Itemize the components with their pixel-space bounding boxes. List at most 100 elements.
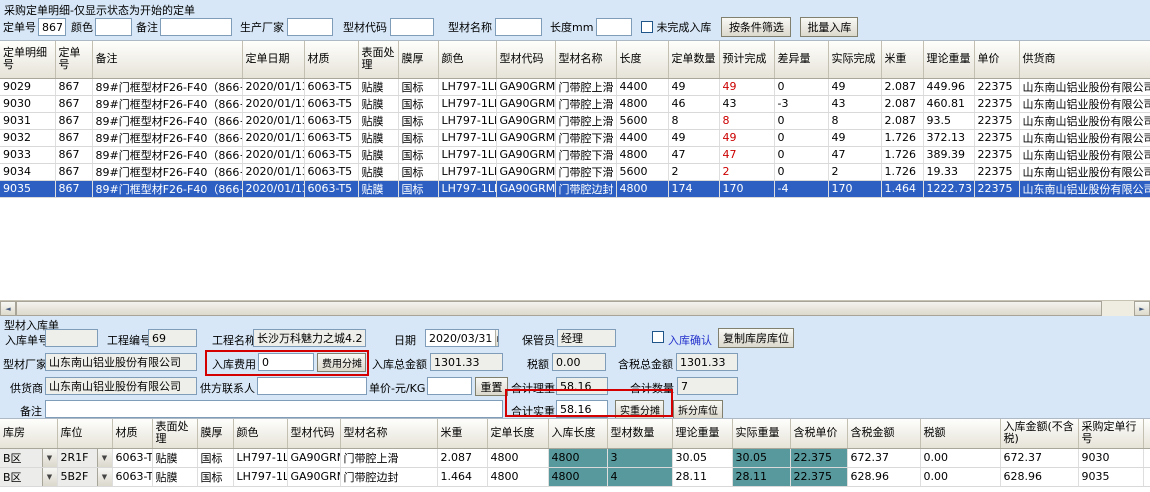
cell[interactable]: 49 [668,78,719,95]
inbound-confirm-checkbox[interactable] [652,331,664,343]
cell[interactable]: 门带腔下滑 [555,129,616,146]
column-header[interactable]: 理论重量 [923,41,974,78]
column-header[interactable]: 颜色 [233,419,287,448]
cell[interactable]: LH797-1LL0 [438,78,496,95]
cell[interactable]: 门带腔上滑 [340,448,437,467]
inbound-total-field[interactable] [430,353,503,371]
cell[interactable]: 628.96 [847,467,920,486]
cell[interactable]: 1.464 [437,467,487,486]
cell[interactable]: 4800 [616,146,668,163]
cell[interactable]: 49 [828,78,881,95]
column-header[interactable]: 库位 [57,419,112,448]
column-header[interactable]: 采购定单行号 [1078,419,1143,448]
cell[interactable]: 867 [55,112,92,129]
cell[interactable]: 国标 [398,129,438,146]
table-row[interactable]: B区▼2R1F▼6063-T5贴膜国标LH797-1LL0GA90GRM03门带… [0,448,1150,467]
cell[interactable]: LH797-1LL0 [438,146,496,163]
cell[interactable]: 贴膜 [152,448,197,467]
cell[interactable]: -4 [774,180,828,197]
horizontal-scrollbar[interactable]: ◄ ► [0,300,1150,316]
cell[interactable]: 山东南山铝业股份有限公司 [1019,95,1150,112]
cell[interactable]: 2020/01/13 [242,180,304,197]
cell[interactable]: 22375 [974,112,1019,129]
cell[interactable]: 山东南山铝业股份有限公司 [1019,163,1150,180]
column-header[interactable]: 库房 [0,419,57,448]
column-header[interactable]: 备注 [92,41,242,78]
cell[interactable]: 2R1F▼ [57,448,112,467]
cell[interactable]: 8 [719,112,774,129]
cell[interactable]: 山东南山铝业股份有限公司 [1019,180,1150,197]
cell[interactable]: GA90GRM03 [496,112,555,129]
column-header[interactable]: 材质 [112,419,152,448]
cell[interactable]: 2020/01/13 [242,78,304,95]
cell[interactable]: 4800 [616,180,668,197]
cell[interactable]: 门带腔上滑 [555,112,616,129]
column-header[interactable]: 实际完成 [828,41,881,78]
cell[interactable]: 6063-T5 [304,146,358,163]
column-header[interactable]: 定单明细号 [0,41,55,78]
table-row[interactable]: B区▼5B2F▼6063-T5贴膜国标LH797-1LL0GA90GRM05门带… [0,467,1150,486]
column-header[interactable]: 膜厚 [398,41,438,78]
cell[interactable]: 47 [668,146,719,163]
cell[interactable]: 门带腔上滑 [555,78,616,95]
column-header[interactable]: 入库金额(不含税) [1000,419,1078,448]
cell[interactable]: 89#门框型材F26-F40（866+867） [92,180,242,197]
cell[interactable]: 门带腔边封 [340,467,437,486]
cell[interactable]: 9030 [1078,448,1143,467]
cell[interactable]: 460.81 [923,95,974,112]
cell[interactable]: 22375 [974,78,1019,95]
table-row[interactable]: 903486789#门框型材F26-F40（866+867）2020/01/13… [0,163,1150,180]
cell[interactable]: 2 [668,163,719,180]
cell[interactable]: 22375 [974,129,1019,146]
cell[interactable]: 门带腔下滑 [555,163,616,180]
cell[interactable]: 山东南山铝业股份有限公司 [1019,78,1150,95]
cell[interactable]: 30.05 [672,448,732,467]
cell[interactable]: 9034 [0,163,55,180]
cell[interactable]: 0 [774,146,828,163]
cell[interactable]: 1.464 [881,180,923,197]
cell[interactable]: 6063-T5 [304,95,358,112]
cell[interactable]: 国标 [398,112,438,129]
cell[interactable]: 9030 [0,95,55,112]
cell[interactable]: 国标 [398,78,438,95]
cell[interactable]: 6063-T5 [112,448,152,467]
cell[interactable]: 867 [55,95,92,112]
cell[interactable]: 9033 [0,146,55,163]
cell[interactable]: 9029 [0,78,55,95]
cell[interactable]: 贴膜 [358,95,398,112]
note-input[interactable] [45,400,503,418]
table-row[interactable]: 903286789#门框型材F26-F40（866+867）2020/01/13… [0,129,1150,146]
cell[interactable]: LH797-1LL0 [438,95,496,112]
cell[interactable]: 49 [719,78,774,95]
cell[interactable]: 2020/01/13 [242,163,304,180]
column-header[interactable]: 型材代码 [496,41,555,78]
dropdown-arrow-icon[interactable]: ▼ [97,468,112,486]
calendar-icon[interactable]: ▦ [495,330,499,346]
cell[interactable]: 3 [607,448,672,467]
cell[interactable]: 0 [774,163,828,180]
date-field[interactable]: 2020/03/31 ▦ ▼ [425,329,499,347]
scroll-right-button[interactable]: ► [1134,301,1150,316]
column-header[interactable]: 理论重量 [672,419,732,448]
total-with-tax-field[interactable] [676,353,738,371]
project-name-field[interactable] [253,329,366,347]
profile-code-filter-input[interactable] [390,18,434,36]
project-no-field[interactable] [148,329,197,347]
cell[interactable]: B区▼ [0,448,57,467]
column-header[interactable]: 定单数量 [668,41,719,78]
cell[interactable]: 89#门框型材F26-F40（866+867） [92,95,242,112]
fee-allocate-button[interactable]: 费用分摊 [317,353,366,372]
cell[interactable]: 1.726 [881,146,923,163]
actual-weight-allocate-button[interactable]: 实重分摊 [615,400,664,419]
dropdown-arrow-icon[interactable]: ▼ [97,449,112,467]
column-header[interactable]: 型材名称 [340,419,437,448]
cell[interactable]: 6063-T5 [304,180,358,197]
column-header[interactable]: 供货商 [1019,41,1150,78]
column-header[interactable]: 预计完成 [719,41,774,78]
cell[interactable]: 贴膜 [358,180,398,197]
cell[interactable]: 628.96 [1000,467,1078,486]
column-header[interactable]: 米重 [881,41,923,78]
cell[interactable]: 门带腔边封 [555,180,616,197]
cell[interactable]: 9035 [0,180,55,197]
column-header[interactable]: 含税单价 [790,419,847,448]
